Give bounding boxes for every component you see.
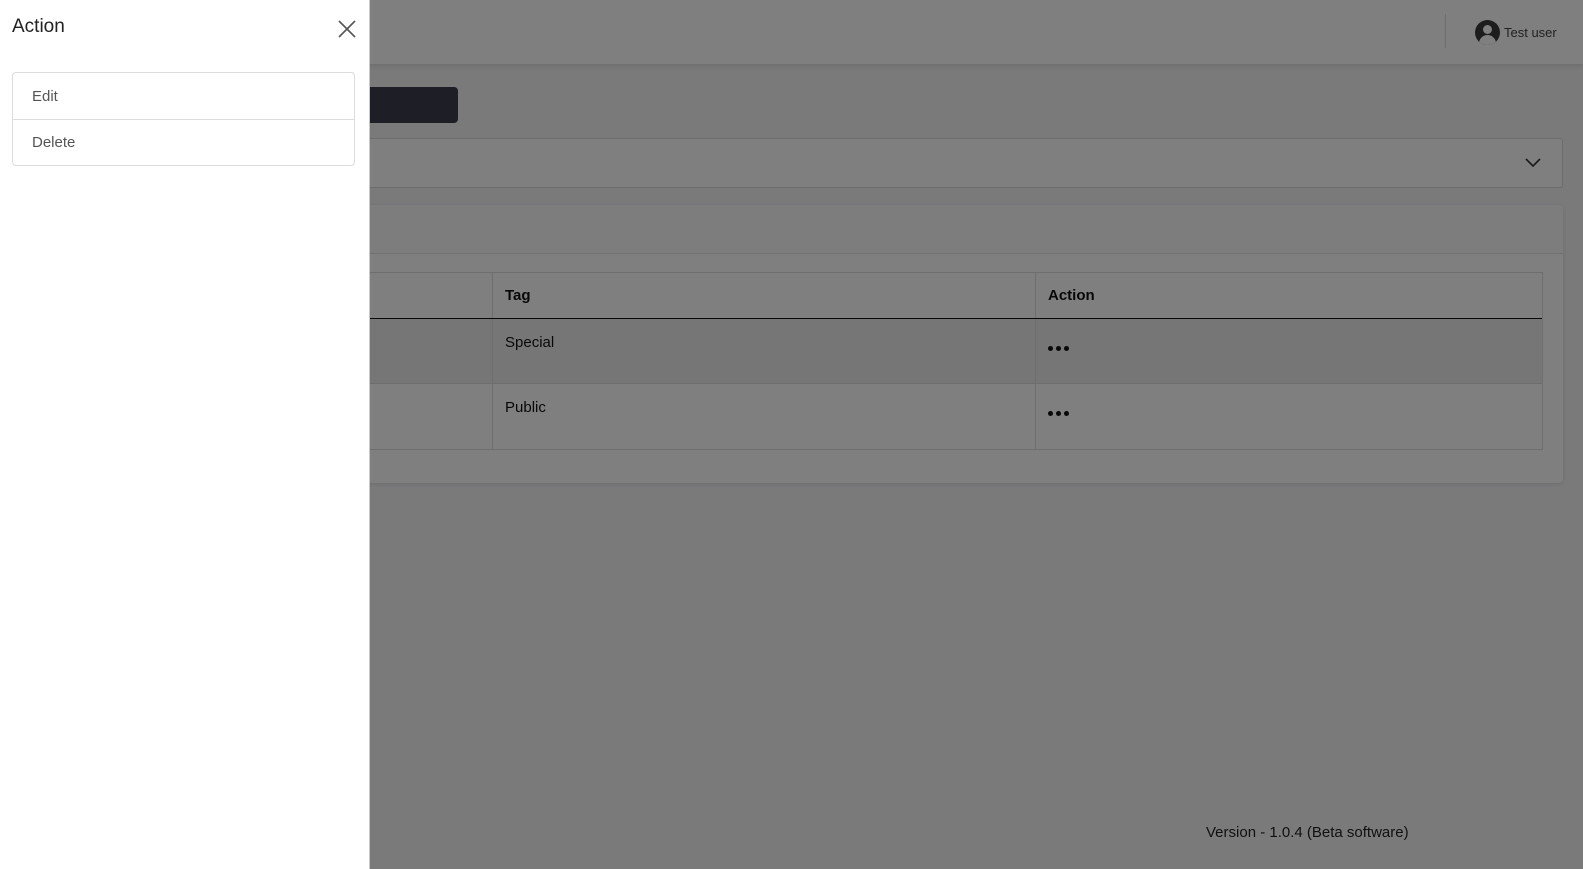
action-menu: Edit Delete [12,72,355,166]
action-drawer: Action Edit Delete [0,0,370,869]
edit-menu-item[interactable]: Edit [13,73,354,119]
drawer-title: Action [12,16,65,37]
close-icon[interactable] [337,19,357,39]
delete-menu-item[interactable]: Delete [13,119,354,165]
